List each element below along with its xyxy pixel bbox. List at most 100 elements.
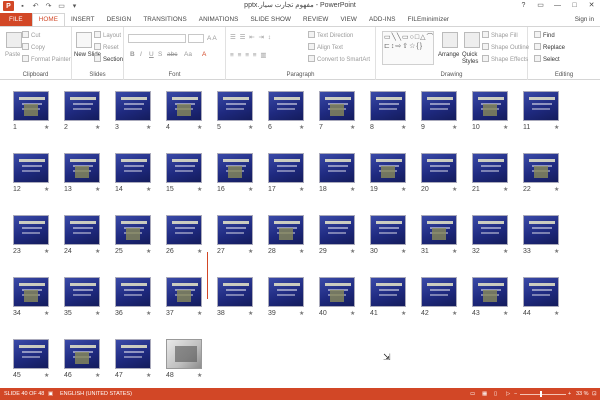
slide-thumbnail[interactable]: 5 ★ (217, 91, 253, 131)
slide-thumbnail[interactable]: 6 ★ (268, 91, 304, 131)
slide-thumbnail[interactable]: 9 ★ (421, 91, 457, 131)
slide-preview[interactable] (115, 153, 151, 183)
slide-thumbnail[interactable]: 47 ★ (115, 339, 151, 379)
slide-thumbnail[interactable]: 41 ★ (370, 277, 406, 317)
list-buttons[interactable]: ☰ ☰ ⇤ ⇥ ↕ (230, 33, 272, 41)
slide-preview[interactable] (64, 339, 100, 369)
slide-thumbnail[interactable]: 35 ★ (64, 277, 100, 317)
help-button[interactable]: ? (515, 0, 532, 12)
slide-thumbnail[interactable]: 38 ★ (217, 277, 253, 317)
slide-thumbnail[interactable]: 36 ★ (115, 277, 151, 317)
ribbon-display-options-button[interactable]: ▭ (532, 0, 549, 12)
slide-thumbnail[interactable]: 7 ★ (319, 91, 355, 131)
select-button[interactable]: Select (534, 55, 560, 63)
reading-view-icon[interactable]: ▯ (494, 388, 497, 400)
slide-thumbnail[interactable]: 40 ★ (319, 277, 355, 317)
slide-thumbnail[interactable]: 45 ★ (13, 339, 49, 379)
slide-preview[interactable] (115, 215, 151, 245)
slide-preview[interactable] (13, 339, 49, 369)
slide-preview[interactable] (319, 91, 355, 121)
quick-styles-button[interactable]: Quick Styles (462, 52, 484, 66)
slide-preview[interactable] (166, 91, 202, 121)
format-painter-button[interactable]: Format Painter (22, 55, 71, 63)
slide-preview[interactable] (472, 91, 508, 121)
slide-preview[interactable] (166, 215, 202, 245)
slide-preview[interactable] (166, 277, 202, 307)
slide-thumbnail[interactable]: 30 ★ (370, 215, 406, 255)
slide-preview[interactable] (523, 91, 559, 121)
zoom-slider[interactable] (520, 393, 566, 395)
slide-preview[interactable] (523, 153, 559, 183)
alignment-buttons[interactable]: ≡ ≡ ≡ ≡ ▥ (230, 51, 268, 59)
slide-preview[interactable] (421, 215, 457, 245)
align-text-button[interactable]: Align Text (308, 43, 343, 51)
tab-add-ins[interactable]: ADD-INS (363, 13, 402, 26)
font-name-input[interactable] (128, 34, 186, 43)
shapes-gallery[interactable]: ▭╲╲▭○□△⌒⟆⊏↕⇨⇧☆{} (382, 31, 434, 65)
cut-button[interactable]: Cut (22, 31, 40, 39)
slide-preview[interactable] (370, 91, 406, 121)
slide-preview[interactable] (64, 215, 100, 245)
slide-preview[interactable] (319, 277, 355, 307)
slide-thumbnail[interactable]: 29 ★ (319, 215, 355, 255)
slide-preview[interactable] (421, 91, 457, 121)
tab-file[interactable]: FILE (0, 13, 32, 26)
slide-thumbnail[interactable]: 43 ★ (472, 277, 508, 317)
slide-thumbnail[interactable]: 4 ★ (166, 91, 202, 131)
slide-thumbnail[interactable]: 1 ★ (13, 91, 49, 131)
slide-thumbnail[interactable]: 22 ★ (523, 153, 559, 193)
slide-thumbnail[interactable]: 34 ★ (13, 277, 49, 317)
slide-preview[interactable] (13, 91, 49, 121)
slide-thumbnail[interactable]: 39 ★ (268, 277, 304, 317)
slide-preview[interactable] (472, 277, 508, 307)
font-size-grow-shrink[interactable]: A A (207, 35, 217, 42)
slide-thumbnail[interactable]: 19 ★ (370, 153, 406, 193)
slide-thumbnail[interactable]: 16 ★ (217, 153, 253, 193)
fit-to-window-icon[interactable]: ⊡ (592, 388, 597, 400)
slide-thumbnail[interactable]: 11 ★ (523, 91, 559, 131)
sign-in-link[interactable]: Sign in (575, 13, 594, 26)
minimize-button[interactable]: — (549, 0, 566, 12)
slide-preview[interactable] (13, 215, 49, 245)
replace-button[interactable]: Replace (534, 43, 565, 51)
slide-thumbnail[interactable]: 10 ★ (472, 91, 508, 131)
slide-thumbnail[interactable]: 24 ★ (64, 215, 100, 255)
section-button[interactable]: Section (94, 55, 123, 63)
slide-preview[interactable] (115, 277, 151, 307)
slide-thumbnail[interactable]: 17 ★ (268, 153, 304, 193)
slide-thumbnail[interactable]: 13 ★ (64, 153, 100, 193)
slide-thumbnail[interactable]: 21 ★ (472, 153, 508, 193)
slide-preview[interactable] (13, 277, 49, 307)
slide-thumbnail[interactable]: 20 ★ (421, 153, 457, 193)
slide-thumbnail[interactable]: 8 ★ (370, 91, 406, 131)
slide-preview[interactable] (64, 153, 100, 183)
tab-animations[interactable]: ANIMATIONS (193, 13, 245, 26)
close-button[interactable]: ✕ (583, 0, 600, 12)
slide-preview[interactable] (64, 277, 100, 307)
italic-button[interactable]: I (140, 51, 142, 58)
slide-thumbnail[interactable]: 26 ★ (166, 215, 202, 255)
tab-design[interactable]: DESIGN (101, 13, 138, 26)
shape-outline-button[interactable]: Shape Outline (482, 43, 529, 51)
slide-thumbnail[interactable]: 2 ★ (64, 91, 100, 131)
slide-thumbnail[interactable]: 12 ★ (13, 153, 49, 193)
normal-view-icon[interactable]: ▭ (470, 388, 475, 400)
zoom-in-icon[interactable]: + (568, 388, 571, 400)
slide-preview[interactable] (268, 153, 304, 183)
slide-preview[interactable] (166, 339, 202, 369)
zoom-out-icon[interactable]: − (514, 388, 517, 400)
slide-preview[interactable] (370, 215, 406, 245)
tab-home[interactable]: HOME (31, 13, 65, 26)
maximize-button[interactable]: □ (566, 0, 583, 12)
slide-thumbnail[interactable]: 18 ★ (319, 153, 355, 193)
slide-show-view-icon[interactable]: ▷ (506, 388, 510, 400)
slide-preview[interactable] (370, 277, 406, 307)
slide-thumbnail[interactable]: 14 ★ (115, 153, 151, 193)
reset-button[interactable]: Reset (94, 43, 119, 51)
slide-thumbnail[interactable]: 33 ★ (523, 215, 559, 255)
slide-thumbnail[interactable]: 37 ★ (166, 277, 202, 317)
underline-button[interactable]: U (149, 51, 154, 58)
slide-preview[interactable] (217, 215, 253, 245)
tab-view[interactable]: VIEW (334, 13, 363, 26)
font-size-input[interactable] (188, 34, 204, 43)
